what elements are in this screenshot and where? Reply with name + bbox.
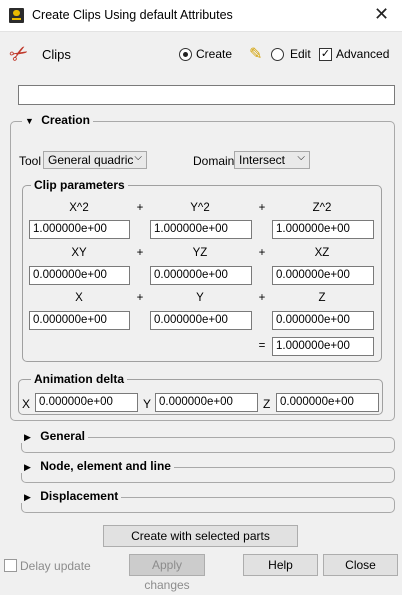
delay-update-checkbox[interactable] xyxy=(4,559,17,572)
delta-y-input[interactable]: 0.000000e+00 xyxy=(155,393,258,412)
tool-value: General quadric xyxy=(48,153,134,167)
y2-coefficient-input[interactable]: 1.000000e+00 xyxy=(150,220,252,239)
z-coefficient-input[interactable]: 0.000000e+00 xyxy=(272,311,374,330)
advanced-checkbox[interactable]: ✓ xyxy=(319,48,332,61)
tool-dropdown[interactable]: General quadric ⌵ xyxy=(43,151,147,169)
domain-label: Domain xyxy=(193,154,235,168)
domain-value: Intersect xyxy=(239,153,286,167)
expanded-triangle-icon: ▼ xyxy=(25,116,34,126)
apply-changes-button[interactable]: Apply changes xyxy=(129,554,205,592)
pencil-icon: ✎ xyxy=(249,46,263,63)
creation-title: Creation xyxy=(41,113,90,127)
collapsed-triangle-icon: ▶ xyxy=(24,432,31,442)
help-button[interactable]: Help xyxy=(243,554,318,576)
delta-z-input[interactable]: 0.000000e+00 xyxy=(276,393,379,412)
node-element-line-header[interactable]: ▶ Node, element and line xyxy=(21,459,174,473)
z2-label: Z^2 xyxy=(312,202,332,214)
delta-x-input[interactable]: 0.000000e+00 xyxy=(35,393,138,412)
scissors-icon: ✂ xyxy=(4,38,34,70)
displacement-title: Displacement xyxy=(40,489,119,503)
plus-sign: + xyxy=(136,247,144,259)
delay-update-label[interactable]: Delay update xyxy=(20,559,91,573)
general-title: General xyxy=(40,429,85,443)
plus-sign: + xyxy=(258,247,266,259)
close-button[interactable]: Close xyxy=(323,554,398,576)
x-label: X xyxy=(75,292,83,304)
section-label: Clips xyxy=(42,47,71,62)
x2-label: X^2 xyxy=(69,202,89,214)
filter-input[interactable] xyxy=(18,85,395,105)
equals-sign: = xyxy=(258,340,266,352)
creation-header[interactable]: ▼ Creation xyxy=(22,113,93,127)
yz-coefficient-input[interactable]: 0.000000e+00 xyxy=(150,266,252,285)
yz-label: YZ xyxy=(192,247,208,259)
node-element-line-title: Node, element and line xyxy=(40,459,171,473)
window-title: Create Clips Using default Attributes xyxy=(32,8,233,22)
edit-radio[interactable] xyxy=(271,48,284,61)
plus-sign: + xyxy=(136,292,144,304)
plus-sign: + xyxy=(136,202,144,214)
domain-dropdown[interactable]: Intersect ⌵ xyxy=(234,151,310,169)
x-coefficient-input[interactable]: 0.000000e+00 xyxy=(29,311,130,330)
x2-coefficient-input[interactable]: 1.000000e+00 xyxy=(29,220,130,239)
collapsed-triangle-icon: ▶ xyxy=(24,492,31,502)
y-label: Y xyxy=(196,292,204,304)
displacement-header[interactable]: ▶ Displacement xyxy=(21,489,122,503)
collapsed-triangle-icon: ▶ xyxy=(24,462,31,472)
chevron-down-icon: ⌵ xyxy=(134,152,142,163)
xz-coefficient-input[interactable]: 0.000000e+00 xyxy=(272,266,374,285)
create-radio-label[interactable]: Create xyxy=(196,47,232,61)
close-icon[interactable]: ✕ xyxy=(374,4,389,24)
create-radio[interactable] xyxy=(179,48,192,61)
edit-radio-label[interactable]: Edit xyxy=(290,47,311,61)
xz-label: XZ xyxy=(314,247,330,259)
z-label: Z xyxy=(318,292,326,304)
animation-delta-title: Animation delta xyxy=(31,372,128,386)
app-icon xyxy=(9,8,24,23)
delta-x-label: X xyxy=(22,397,31,411)
delta-y-label: Y xyxy=(143,397,152,411)
y2-label: Y^2 xyxy=(190,202,210,214)
xy-coefficient-input[interactable]: 0.000000e+00 xyxy=(29,266,130,285)
chevron-down-icon: ⌵ xyxy=(297,152,305,163)
xy-label: XY xyxy=(71,247,87,259)
constant-input[interactable]: 1.000000e+00 xyxy=(272,337,374,356)
tool-label: Tool xyxy=(19,154,42,168)
create-with-selected-parts-button[interactable]: Create with selected parts xyxy=(103,525,298,547)
z2-coefficient-input[interactable]: 1.000000e+00 xyxy=(272,220,374,239)
general-header[interactable]: ▶ General xyxy=(21,429,88,443)
plus-sign: + xyxy=(258,202,266,214)
advanced-label[interactable]: Advanced xyxy=(336,47,389,61)
plus-sign: + xyxy=(258,292,266,304)
delta-z-label: Z xyxy=(263,397,271,411)
clip-parameters-title: Clip parameters xyxy=(31,178,128,192)
y-coefficient-input[interactable]: 0.000000e+00 xyxy=(150,311,252,330)
